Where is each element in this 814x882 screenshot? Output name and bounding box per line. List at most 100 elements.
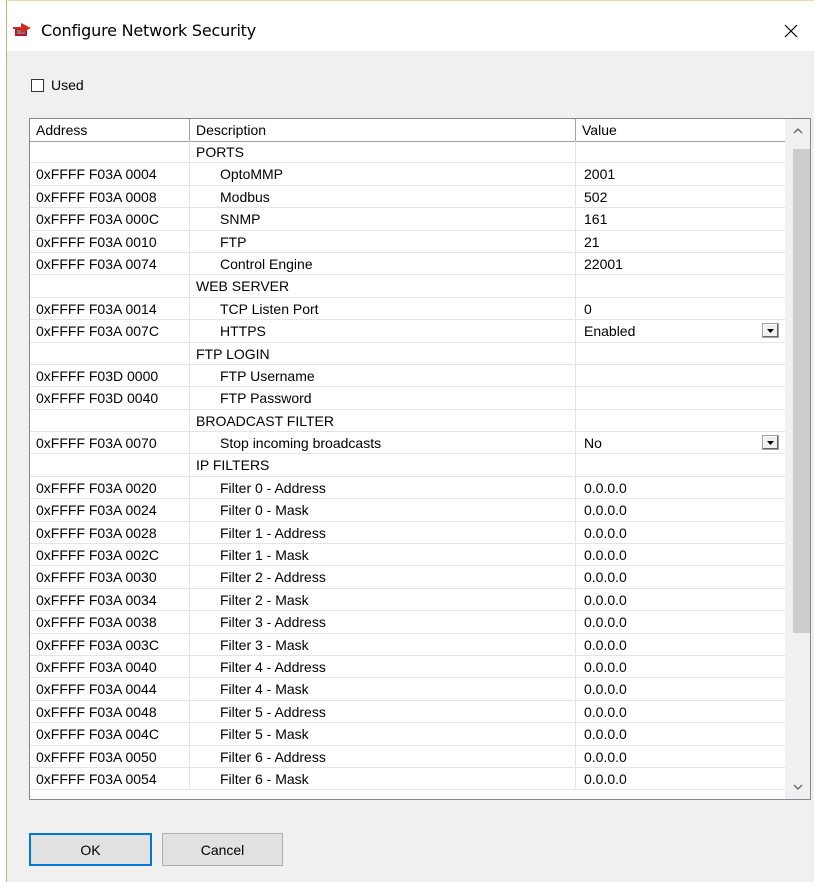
table-row[interactable]: 0xFFFF F03A 0038 Filter 3 - Address 0.0.0.…: [30, 611, 785, 634]
column-header-address[interactable]: Address: [30, 119, 190, 141]
value-cell[interactable]: 0: [576, 298, 785, 321]
value-text: 0.0.0.0: [584, 479, 627, 496]
table-row[interactable]: 0xFFFF F03A 0024 Filter 0 - Mask 0.0.0.0: [30, 499, 785, 522]
value-cell[interactable]: 0.0.0.0: [576, 589, 785, 612]
value-text: 0.0.0.0: [584, 636, 627, 653]
section-title: WEB SERVER: [190, 275, 576, 298]
column-header-value[interactable]: Value: [576, 119, 785, 141]
address-cell: 0xFFFF F03A 0008: [30, 185, 190, 209]
value-cell[interactable]: 0.0.0.0: [576, 566, 785, 589]
vertical-scrollbar[interactable]: [785, 119, 810, 799]
value-cell[interactable]: 0.0.0.0: [576, 678, 785, 701]
section-header-row[interactable]: IP FILTERS: [30, 454, 785, 477]
table-row[interactable]: 0xFFFF F03A 0014 TCP Listen Port 0: [30, 297, 785, 321]
table-row[interactable]: 0xFFFF F03A 0028 Filter 1 - Address 0.0.0.…: [30, 521, 785, 545]
table-row[interactable]: 0xFFFF F03A 003C Filter 3 - Mask 0.0.0.0: [30, 633, 785, 656]
section-header-row[interactable]: BROADCAST FILTER: [30, 409, 785, 433]
address-cell: 0xFFFF F03A 0050: [30, 745, 190, 768]
description-cell: Filter 3 - Address: [190, 611, 576, 634]
table-row[interactable]: 0xFFFF F03A 0074 Control Engine 22001: [30, 252, 785, 276]
value-cell[interactable]: [576, 365, 785, 388]
value-dropdown[interactable]: Enabled: [576, 320, 785, 343]
value-cell[interactable]: 161: [576, 208, 785, 231]
value-text: 21: [584, 233, 600, 250]
cancel-button[interactable]: Cancel: [162, 833, 283, 866]
address-cell: 0xFFFF F03A 0020: [30, 476, 190, 500]
value-text: 0.0.0.0: [584, 547, 627, 564]
table-row[interactable]: 0xFFFF F03A 0034 Filter 2 - Mask 0.0.0.0: [30, 588, 785, 612]
value-cell: [576, 343, 785, 365]
address-cell: [30, 409, 190, 433]
table-row[interactable]: 0xFFFF F03A 004C Filter 5 - Mask 0.0.0.0: [30, 723, 785, 746]
dropdown-button[interactable]: [762, 435, 779, 451]
value-cell[interactable]: 0.0.0.0: [576, 544, 785, 567]
value-cell[interactable]: 0.0.0.0: [576, 746, 785, 768]
value-cell: [576, 410, 785, 433]
value-cell[interactable]: 502: [576, 186, 785, 209]
description-cell: Filter 6 - Address: [190, 745, 576, 768]
description-cell: Filter 5 - Mask: [190, 723, 576, 746]
table-row[interactable]: 0xFFFF F03A 0020 Filter 0 - Address 0.0.0.…: [30, 476, 785, 500]
table-row[interactable]: 0xFFFF F03A 0030 Filter 2 - Address 0.0.0.…: [30, 566, 785, 589]
address-cell: 0xFFFF F03A 007C: [30, 320, 190, 343]
value-cell[interactable]: 0.0.0.0: [576, 768, 785, 791]
description-cell: TCP Listen Port: [190, 297, 576, 321]
value-cell[interactable]: 0.0.0.0: [576, 656, 785, 679]
description-cell: Filter 1 - Address: [190, 521, 576, 545]
value-cell[interactable]: 21: [576, 231, 785, 253]
value-cell[interactable]: 0.0.0.0: [576, 701, 785, 724]
column-header-description[interactable]: Description: [190, 119, 576, 141]
table-row[interactable]: 0xFFFF F03A 0010 FTP 21: [30, 230, 785, 253]
description-cell: Filter 4 - Mask: [190, 678, 576, 701]
grid-header: Address Description Value: [30, 119, 785, 142]
scroll-thumb[interactable]: [793, 149, 810, 633]
value-cell[interactable]: 2001: [576, 163, 785, 186]
dropdown-button[interactable]: [762, 323, 779, 339]
close-button[interactable]: [768, 11, 814, 51]
description-cell: Filter 5 - Address: [190, 700, 576, 724]
table-row[interactable]: 0xFFFF F03A 0004 OptoMMP 2001: [30, 163, 785, 186]
chevron-down-icon: [767, 440, 774, 445]
ok-button[interactable]: OK: [29, 833, 152, 866]
table-row[interactable]: 0xFFFF F03A 0044 Filter 4 - Mask 0.0.0.0: [30, 678, 785, 701]
table-row[interactable]: 0xFFFF F03A 0050 Filter 6 - Address 0.0.0.…: [30, 745, 785, 768]
table-row[interactable]: 0xFFFF F03D 0040 FTP Password: [30, 387, 785, 410]
address-cell: 0xFFFF F03A 003C: [30, 633, 190, 656]
value-text: 22001: [584, 255, 623, 272]
section-header-row[interactable]: FTP LOGIN: [30, 342, 785, 365]
value-cell[interactable]: 0.0.0.0: [576, 522, 785, 545]
value-cell[interactable]: 22001: [576, 253, 785, 276]
table-row[interactable]: 0xFFFF F03A 0040 Filter 4 - Address 0.0.0.…: [30, 655, 785, 679]
value-cell[interactable]: 0.0.0.0: [576, 611, 785, 634]
value-text: 0.0.0.0: [584, 658, 627, 675]
section-header-row[interactable]: PORTS: [30, 141, 785, 164]
section-header-row[interactable]: WEB SERVER: [30, 275, 785, 298]
description-cell: Control Engine: [190, 252, 576, 276]
scroll-down-button[interactable]: [785, 775, 810, 799]
table-row[interactable]: 0xFFFF F03A 0048 Filter 5 - Address 0.0.0.…: [30, 700, 785, 724]
value-cell[interactable]: 0.0.0.0: [576, 477, 785, 500]
scroll-up-button[interactable]: [785, 119, 810, 143]
used-checkbox-row[interactable]: Used: [31, 77, 84, 93]
address-cell: 0xFFFF F03A 000C: [30, 208, 190, 231]
table-row[interactable]: 0xFFFF F03A 000C SNMP 161: [30, 208, 785, 231]
table-row[interactable]: 0xFFFF F03A 0070 Stop incoming broadcasts…: [30, 432, 785, 455]
description-cell: Filter 4 - Address: [190, 655, 576, 679]
value-cell[interactable]: 0.0.0.0: [576, 499, 785, 522]
network-security-icon: [13, 22, 33, 38]
address-cell: 0xFFFF F03A 004C: [30, 723, 190, 746]
description-cell: HTTPS: [190, 320, 576, 343]
description-cell: Filter 2 - Mask: [190, 588, 576, 612]
table-row[interactable]: 0xFFFF F03D 0000 FTP Username: [30, 364, 785, 388]
table-row[interactable]: 0xFFFF F03A 0008 Modbus 502: [30, 185, 785, 209]
value-dropdown[interactable]: No: [576, 432, 785, 455]
value-cell[interactable]: 0.0.0.0: [576, 723, 785, 746]
address-cell: 0xFFFF F03A 0070: [30, 432, 190, 455]
table-row[interactable]: 0xFFFF F03A 0054 Filter 6 - Mask 0.0.0.0: [30, 767, 785, 791]
table-row[interactable]: 0xFFFF F03A 007C HTTPS Enabled: [30, 320, 785, 343]
used-checkbox[interactable]: [31, 78, 44, 92]
section-title: BROADCAST FILTER: [190, 409, 576, 433]
value-cell[interactable]: [576, 387, 785, 410]
table-row[interactable]: 0xFFFF F03A 002C Filter 1 - Mask 0.0.0.0: [30, 544, 785, 567]
value-cell[interactable]: 0.0.0.0: [576, 634, 785, 656]
